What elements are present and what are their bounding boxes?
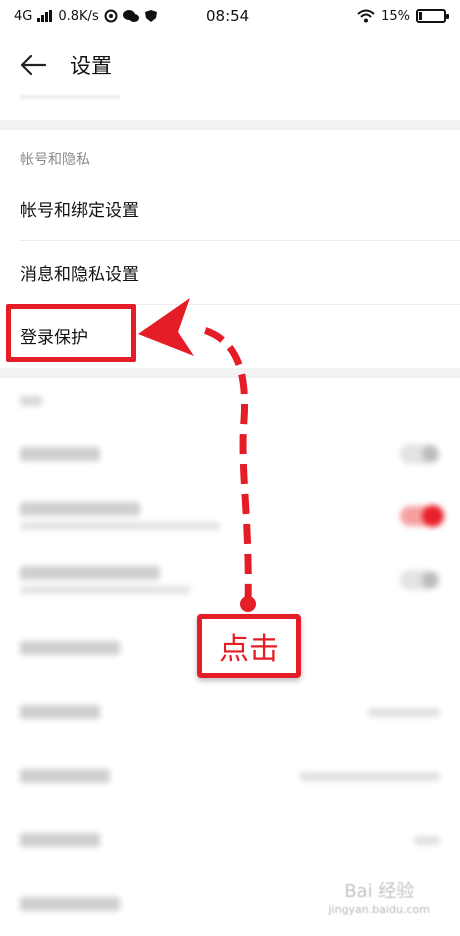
annotation-arrow — [138, 298, 256, 612]
watermark-logo-text: Bai 经验 — [344, 881, 415, 902]
callout-text: 点击 — [219, 632, 279, 667]
watermark: Bai 经验 jingyan.baidu.com — [328, 877, 430, 916]
watermark-url: jingyan.baidu.com — [328, 903, 430, 916]
click-callout: 点击 — [197, 614, 301, 678]
